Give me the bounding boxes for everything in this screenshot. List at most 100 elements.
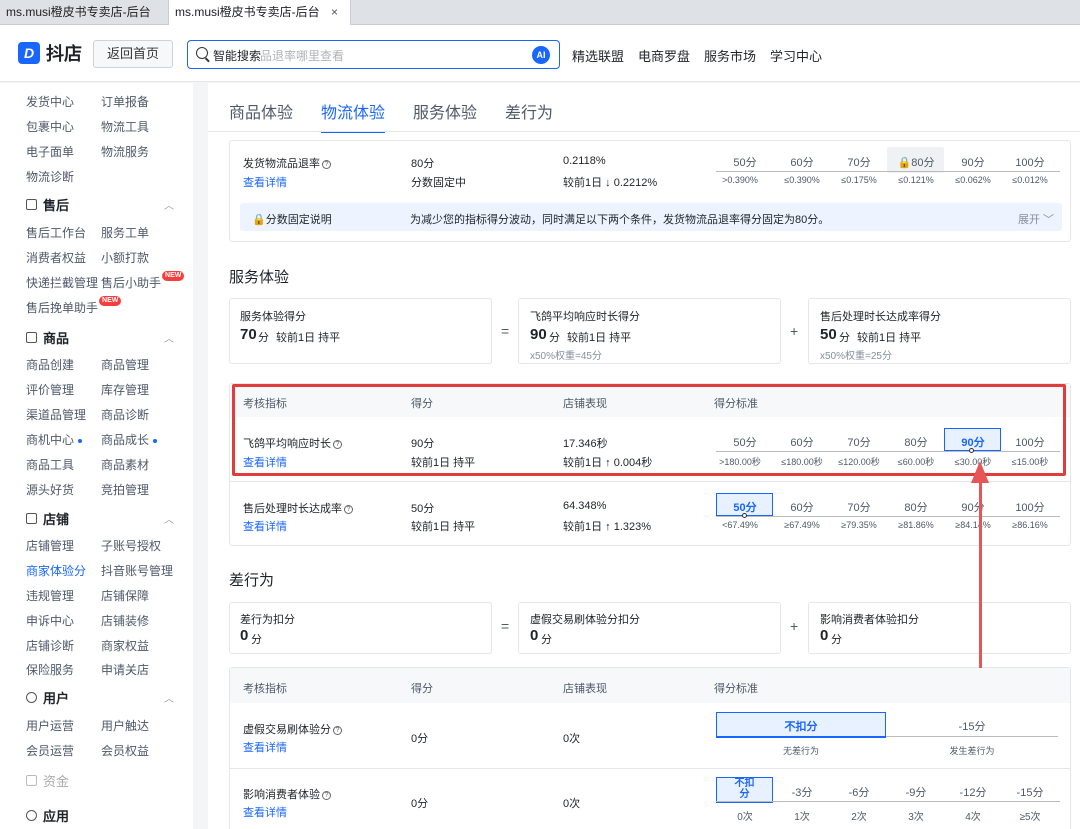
card-change: 较前1日 持平: [567, 332, 632, 344]
tab-logistics[interactable]: 物流体验: [321, 99, 386, 133]
expand-button[interactable]: 展开 ﹀: [1018, 211, 1054, 227]
chevron-up-icon[interactable]: ︿: [164, 197, 174, 212]
sidebar-item[interactable]: 库存管理: [101, 381, 149, 398]
tab-bad-behavior[interactable]: 差行为: [505, 99, 553, 123]
sidebar-group-funds[interactable]: 资金: [26, 771, 69, 790]
browser-tab[interactable]: ms.musi橙皮书专卖店-后台: [0, 0, 167, 25]
view-detail-link[interactable]: 查看详情: [243, 174, 287, 190]
app-logo[interactable]: D 抖店: [18, 39, 82, 67]
sidebar-item[interactable]: 竞拍管理: [101, 481, 149, 498]
sidebar-item[interactable]: 评价管理: [26, 381, 74, 398]
nav-link[interactable]: 服务市场: [704, 46, 756, 65]
sidebar-item-with-dot[interactable]: 商机中心: [26, 431, 83, 448]
chevron-up-icon[interactable]: ︿: [164, 511, 174, 526]
sidebar-item[interactable]: 子账号授权: [101, 537, 161, 554]
top-header: D 抖店 返回首页 智能搜索 品退率哪里查看 AI 精选联盟 电商罗盘 服务市场…: [0, 25, 1080, 82]
sidebar-item[interactable]: 商品管理: [101, 356, 149, 373]
card-label: 差行为扣分: [240, 614, 295, 626]
sidebar-item[interactable]: 订单报备: [101, 93, 149, 110]
annotation-arrow-head: [971, 461, 989, 483]
chevron-up-icon[interactable]: ︿: [164, 330, 174, 345]
sidebar-item[interactable]: 申诉中心: [26, 612, 74, 629]
sidebar-group-product[interactable]: 商品: [26, 328, 69, 347]
sidebar-group-user[interactable]: 用户: [26, 688, 69, 707]
search-label: 智能搜索: [213, 49, 262, 63]
sidebar-item[interactable]: 渠道品管理: [26, 406, 86, 423]
ai-icon[interactable]: AI: [532, 46, 550, 64]
view-detail-link[interactable]: 查看详情: [243, 804, 287, 820]
sidebar-group-aftersale[interactable]: 售后: [26, 195, 69, 214]
sidebar-item[interactable]: 物流工具: [101, 118, 149, 135]
sidebar-item[interactable]: 店铺装修: [101, 612, 149, 629]
sidebar-item[interactable]: 店铺管理: [26, 537, 74, 554]
sidebar-item[interactable]: 包裹中心: [26, 118, 74, 135]
card-label: 虚假交易刷体验分扣分: [530, 614, 640, 626]
help-icon[interactable]: ?: [333, 725, 342, 735]
sidebar-item-with-badge[interactable]: 售后挽单助手NEW: [26, 296, 122, 316]
sidebar-item[interactable]: 服务工单: [101, 224, 149, 241]
sidebar-item[interactable]: 小额打款: [101, 249, 149, 266]
sidebar-item[interactable]: 发货中心: [26, 93, 74, 110]
scale-score: 60分: [790, 157, 814, 169]
help-icon[interactable]: ?: [322, 159, 331, 169]
nav-link[interactable]: 电商罗盘: [638, 46, 690, 65]
sidebar-item[interactable]: 用户运营: [26, 717, 74, 734]
nav-link[interactable]: 学习中心: [770, 46, 822, 65]
sidebar-item-active[interactable]: 商家体验分: [26, 562, 86, 579]
scale-threshold: ≥67.49%: [784, 520, 820, 530]
sidebar-item[interactable]: 售后工作台: [26, 224, 86, 241]
sidebar-item[interactable]: 店铺保障: [101, 587, 149, 604]
sidebar-item-with-dot[interactable]: 商品成长: [101, 431, 158, 448]
sidebar-item[interactable]: 申请关店: [101, 661, 149, 678]
sidebar-item[interactable]: 店铺诊断: [26, 637, 74, 654]
scale-line: [716, 171, 1060, 172]
logo-icon: D: [18, 42, 40, 64]
sidebar-item[interactable]: 商品素材: [101, 456, 149, 473]
scale-score: 90分: [961, 157, 985, 169]
scale-score: 100分: [1015, 157, 1045, 169]
tab-divider: [208, 131, 1080, 132]
help-icon[interactable]: ?: [322, 790, 331, 800]
sidebar-item[interactable]: 商品工具: [26, 456, 74, 473]
sidebar-group-store[interactable]: 店铺: [26, 509, 69, 528]
sidebar-item[interactable]: 快递拦截管理: [26, 274, 98, 291]
sidebar-item[interactable]: 电子面单: [26, 143, 74, 160]
tab-product[interactable]: 商品体验: [229, 99, 293, 123]
sidebar-item[interactable]: 违规管理: [26, 587, 74, 604]
card-unit: 分: [541, 634, 552, 646]
scale-threshold: ≤0.062%: [955, 175, 991, 185]
sidebar-item[interactable]: 会员权益: [101, 742, 149, 759]
sidebar-item[interactable]: 会员运营: [26, 742, 74, 759]
sidebar-item[interactable]: 保险服务: [26, 661, 74, 678]
view-detail-link[interactable]: 查看详情: [243, 518, 287, 534]
card-value: 90: [530, 326, 547, 343]
sidebar-item[interactable]: 物流服务: [101, 143, 149, 160]
metric-value: 0次: [563, 733, 581, 745]
scale-score: -3分: [791, 787, 813, 799]
sidebar-item[interactable]: 消费者权益: [26, 249, 86, 266]
search-input[interactable]: 智能搜索 品退率哪里查看 AI: [187, 40, 560, 69]
sidebar-item[interactable]: 源头好货: [26, 481, 74, 498]
sidebar-group-apps[interactable]: 应用: [26, 806, 69, 825]
help-icon[interactable]: ?: [344, 504, 353, 514]
sidebar-item[interactable]: 物流诊断: [26, 168, 74, 185]
chevron-up-icon[interactable]: ︿: [164, 690, 174, 705]
section-title-bad-behavior: 差行为: [229, 572, 275, 589]
browser-tab-active[interactable]: ms.musi橙皮书专卖店-后台 ×: [168, 0, 351, 25]
view-detail-link[interactable]: 查看详情: [243, 739, 287, 755]
sidebar-item[interactable]: 用户触达: [101, 717, 149, 734]
close-icon[interactable]: ×: [331, 0, 338, 25]
sidebar-item-with-badge[interactable]: 售后小助手NEW: [101, 271, 185, 291]
tab-service[interactable]: 服务体验: [413, 99, 477, 123]
metric-name: 影响消费者体验?: [243, 786, 331, 802]
header-cell: 考核指标: [243, 683, 287, 695]
sidebar-item[interactable]: 商品创建: [26, 356, 74, 373]
logistics-card: 发货物流品退率? 查看详情 80分 分数固定中 0.2118% 较前1日 ↓ 0…: [229, 140, 1071, 242]
annotation-highlight-box: [232, 384, 1066, 476]
home-button[interactable]: 返回首页: [93, 40, 173, 68]
nav-link[interactable]: 精选联盟: [572, 46, 624, 65]
sidebar-item[interactable]: 商家权益: [101, 637, 149, 654]
sidebar-item[interactable]: 抖音账号管理: [101, 562, 173, 579]
sidebar-item[interactable]: 商品诊断: [101, 406, 149, 423]
card-value: 0: [820, 627, 829, 644]
